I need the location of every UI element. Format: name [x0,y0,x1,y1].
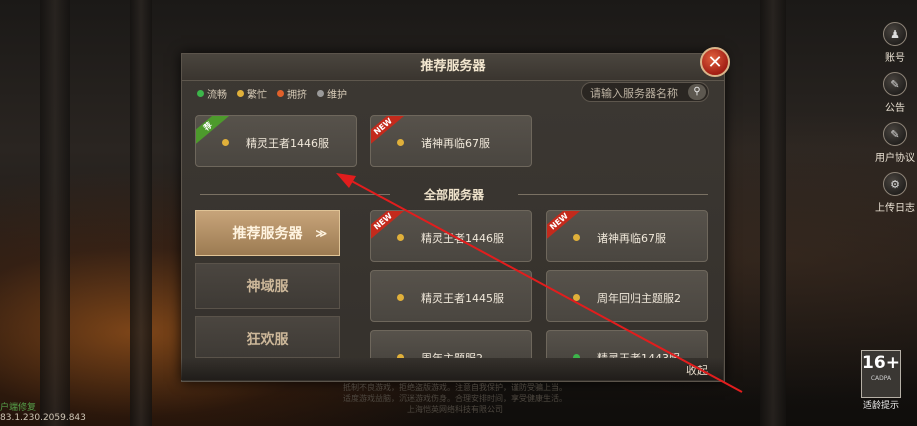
arrow-line [345,177,743,393]
annotation-arrow [336,173,743,393]
arrow-head [336,173,356,188]
